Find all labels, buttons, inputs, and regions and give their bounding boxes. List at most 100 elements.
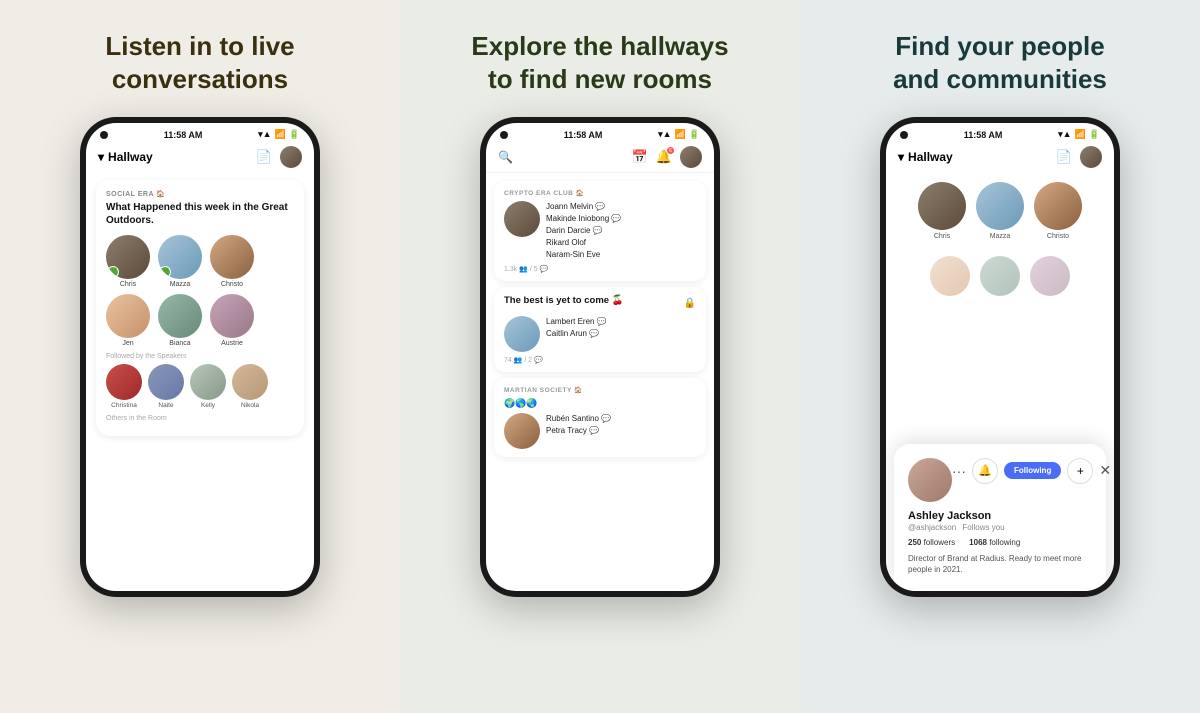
ph3-christo-name: Christo: [1047, 233, 1069, 240]
speaker-austrie[interactable]: Austrie: [210, 294, 254, 347]
ph3-ba-2: [980, 256, 1020, 296]
time-1: 11:58 AM: [164, 130, 203, 140]
document-icon-1[interactable]: 📄: [256, 149, 272, 165]
followed-nikola[interactable]: Nikola: [232, 364, 268, 409]
followed-nikola-name: Nikola: [241, 402, 259, 409]
speaker-jen[interactable]: Jen: [106, 294, 150, 347]
popup-avatar[interactable]: [908, 458, 952, 502]
speaker-jen-name: Jen: [122, 340, 133, 347]
following-label: following: [989, 538, 1020, 547]
followers-count: 250: [908, 538, 921, 547]
best-speakers: Lambert Eren 💬 Caitlin Arun 💬: [504, 316, 696, 352]
calendar-icon[interactable]: 📅: [632, 149, 648, 165]
speaker-christo-name: Christo: [221, 281, 243, 288]
speaker-bianca[interactable]: Bianca: [158, 294, 202, 347]
follows-you-label: Follows you: [962, 523, 1004, 532]
status-bar-1: 11:58 AM ▾▲ 📶 🔋: [86, 123, 314, 142]
speaker-row-2: Jen Bianca Austrie: [106, 294, 294, 347]
speaker-mazza-name: Mazza: [170, 281, 191, 288]
panel-3-title: Find your people and communities: [893, 30, 1107, 95]
search-icon[interactable]: 🔍: [498, 150, 513, 164]
search-bar: 🔍 📅 🔔 6: [486, 142, 714, 173]
panel-2-title: Explore the hallways to find new rooms: [471, 30, 728, 95]
ph3-chris[interactable]: Chris: [918, 182, 966, 240]
popup-handle: @ashjackson: [908, 523, 956, 532]
panel-explore: Explore the hallways to find new rooms 1…: [400, 0, 800, 713]
ph3-bottom-avatars: [886, 248, 1114, 296]
crypto-speaker-names: Joann Melvin 💬 Makinde Iniobong 💬 Darin …: [546, 201, 621, 261]
crypto-club-label: CRYPTO ERA CLUB 🏠: [504, 189, 696, 197]
phone-1: 11:58 AM ▾▲ 📶 🔋 ▾ Hallway 📄: [80, 117, 320, 597]
time-2: 11:58 AM: [564, 130, 603, 140]
martian-speaker-avatar: [504, 413, 540, 449]
profile-popup: ··· 🔔 Following + ✕ Ashley Jackson @ashj…: [894, 444, 1106, 591]
followed-christina[interactable]: Christina: [106, 364, 142, 409]
hallway-label-1: Hallway: [108, 150, 153, 164]
room-title-1: What Happened this week in the Great Out…: [106, 201, 294, 227]
document-icon-3[interactable]: 📄: [1056, 149, 1072, 165]
hallway-nav[interactable]: ▾ Hallway: [98, 150, 153, 164]
user-avatar-2[interactable]: [680, 146, 702, 168]
badge-chris: 🌿: [107, 266, 119, 278]
others-label: Others in the Room: [106, 415, 294, 422]
following-count: 1068: [969, 538, 987, 547]
followed-naite[interactable]: Naite: [148, 364, 184, 409]
followers-label: followers: [924, 538, 956, 547]
room-card-1[interactable]: SOCIAL ERA 🏠 What Happened this week in …: [96, 180, 304, 436]
club-label-1: SOCIAL ERA 🏠: [106, 190, 294, 198]
best-speaker-avatar: [504, 316, 540, 352]
ph2-room-list: CRYPTO ERA CLUB 🏠 Joann Melvin 💬 Makinde…: [486, 173, 714, 591]
hallway-nav-3[interactable]: ▾ Hallway: [898, 150, 953, 164]
badge-mazza: 🌿: [159, 266, 171, 278]
notification-bell[interactable]: 🔔 6: [656, 149, 672, 165]
room-crypto[interactable]: CRYPTO ERA CLUB 🏠 Joann Melvin 💬 Makinde…: [494, 181, 706, 281]
crypto-speaker-avatar: [504, 201, 540, 237]
popup-bio: Director of Brand at Radius. Ready to me…: [908, 553, 1092, 575]
ph3-top-avatars: Chris Mazza Christo: [886, 174, 1114, 240]
followers-stat: 250 followers: [908, 538, 955, 547]
bell-button[interactable]: 🔔: [972, 458, 998, 484]
martian-emojis: 🌍🌎🌏: [504, 398, 696, 409]
followed-naite-name: Naite: [158, 402, 173, 409]
room-martian[interactable]: MARTIAN SOCIETY 🏠 🌍🌎🌏 Rubén Santino 💬 Pe…: [494, 378, 706, 457]
speaker-chris[interactable]: 🌿 Chris: [106, 235, 150, 288]
ph3-content: Chris Mazza Christo: [886, 174, 1114, 591]
popup-handle-row: @ashjackson Follows you: [908, 523, 1092, 532]
martian-club-label: MARTIAN SOCIETY 🏠: [504, 386, 696, 394]
add-person-button[interactable]: +: [1067, 458, 1093, 484]
time-3: 11:58 AM: [964, 130, 1003, 140]
popup-header: ··· 🔔 Following + ✕: [908, 458, 1092, 502]
speaker-mazza[interactable]: 🌿 Mazza: [158, 235, 202, 288]
followed-label: Followed by the Speakers: [106, 353, 294, 360]
panel-find: Find your people and communities 11:58 A…: [800, 0, 1200, 713]
speaker-bianca-name: Bianca: [169, 340, 190, 347]
room-best[interactable]: The best is yet to come 🍒 🔒 Lambert Eren…: [494, 287, 706, 372]
user-avatar-1[interactable]: [280, 146, 302, 168]
martian-speakers: Rubén Santino 💬 Petra Tracy 💬: [504, 413, 696, 449]
ph3-mazza[interactable]: Mazza: [976, 182, 1024, 240]
crypto-speakers: Joann Melvin 💬 Makinde Iniobong 💬 Darin …: [504, 201, 696, 261]
app-header-3: ▾ Hallway 📄: [886, 142, 1114, 174]
hallway-label-3: Hallway: [908, 150, 953, 164]
status-bar-2: 11:58 AM ▾▲ 📶 🔋: [486, 123, 714, 142]
ph3-mazza-name: Mazza: [990, 233, 1011, 240]
user-avatar-3[interactable]: [1080, 146, 1102, 168]
more-options-icon[interactable]: ···: [952, 463, 966, 479]
ph3-ba-1: [930, 256, 970, 296]
best-room-title: The best is yet to come 🍒: [504, 295, 624, 306]
followed-christina-name: Christina: [111, 402, 137, 409]
followed-kelly[interactable]: Kelly: [190, 364, 226, 409]
martian-speaker-names: Rubén Santino 💬 Petra Tracy 💬: [546, 413, 611, 437]
status-bar-3: 11:58 AM ▾▲ 📶 🔋: [886, 123, 1114, 142]
notif-count: 6: [667, 147, 674, 154]
ph3-christo[interactable]: Christo: [1034, 182, 1082, 240]
ph3-chris-name: Chris: [934, 233, 950, 240]
close-icon[interactable]: ✕: [1099, 462, 1111, 479]
popup-stats: 250 followers 1068 following: [908, 538, 1092, 547]
best-speaker-names: Lambert Eren 💬 Caitlin Arun 💬: [546, 316, 607, 340]
popup-controls: ··· 🔔 Following + ✕: [952, 458, 1111, 484]
following-button[interactable]: Following: [1004, 462, 1061, 479]
speaker-christo[interactable]: Christo: [210, 235, 254, 288]
panel-listen: Listen in to live conversations 11:58 AM…: [0, 0, 400, 713]
lock-icon: 🔒: [684, 298, 696, 309]
